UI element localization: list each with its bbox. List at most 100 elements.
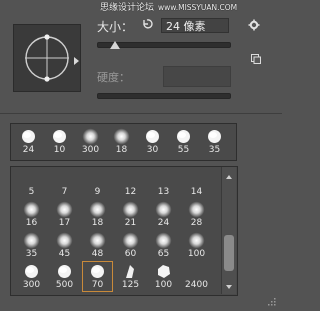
brush-tip-icon: [45, 128, 74, 145]
brush-preset-item[interactable]: 7: [50, 169, 79, 198]
brush-angle-circle-icon: [25, 34, 69, 82]
brush-tip-icon: [83, 201, 112, 218]
brush-size-label: 60: [124, 249, 137, 259]
brush-tip-icon: [116, 232, 145, 249]
brush-tip-icon: [149, 201, 178, 218]
brush-size-label: 13: [157, 187, 170, 197]
brush-tip-icon: [50, 201, 79, 218]
brush-preset-item[interactable]: 100: [182, 231, 211, 260]
scroll-down-icon[interactable]: [226, 285, 232, 289]
scrollbar[interactable]: [221, 167, 236, 294]
brush-size-label: 17: [58, 218, 71, 228]
hardness-slider[interactable]: [97, 93, 231, 99]
scroll-up-icon[interactable]: [226, 175, 232, 179]
brush-preset-item[interactable]: 24: [149, 200, 178, 229]
brush-tip-icon: [107, 128, 136, 145]
brush-tip-icon: [116, 170, 145, 187]
brush-size-label: 100: [187, 249, 206, 259]
brush-tip-icon: [83, 263, 112, 280]
hardness-input[interactable]: [163, 66, 231, 87]
recent-brushes-strip: 24 10 300 18 30 55 35: [10, 123, 237, 161]
brush-preset-item[interactable]: 16: [17, 200, 46, 229]
brush-preset-item[interactable]: 60: [116, 231, 145, 260]
reset-icon[interactable]: [141, 18, 153, 30]
brush-preset-item[interactable]: 500: [50, 262, 79, 291]
brush-size-label: 18: [91, 218, 104, 228]
brush-size-label: 28: [190, 218, 203, 228]
brush-preset-item[interactable]: 21: [116, 200, 145, 229]
scroll-thumb[interactable]: [224, 235, 234, 271]
brush-size-label: 16: [25, 218, 38, 228]
brush-preset-item[interactable]: 35: [200, 127, 229, 156]
brush-tip-icon: [138, 128, 167, 145]
brush-options-panel: 大小： 24 像素 硬度：: [0, 0, 282, 114]
size-label: 大小：: [97, 20, 134, 34]
watermark-text: 思缘设计论坛: [100, 3, 155, 13]
brush-size-label: 18: [115, 145, 128, 155]
brush-preset-item[interactable]: 125: [116, 262, 145, 291]
brush-tip-icon: [50, 170, 79, 187]
brush-preset-item[interactable]: 10: [45, 127, 74, 156]
brush-preset-item[interactable]: 12: [116, 169, 145, 198]
brush-size-label: 24: [22, 145, 35, 155]
brush-tip-icon: [169, 128, 198, 145]
brush-preset-item[interactable]: 2400: [182, 262, 211, 291]
new-brush-icon[interactable]: [251, 54, 261, 64]
brush-tip-icon: [116, 263, 145, 280]
brush-size-label: 12: [124, 187, 137, 197]
brush-preset-item[interactable]: 65: [149, 231, 178, 260]
brush-tip-icon: [182, 170, 211, 187]
brush-preset-item[interactable]: 100: [149, 262, 178, 291]
brush-preset-item[interactable]: 300: [17, 262, 46, 291]
brush-size-label: 48: [91, 249, 104, 259]
brush-preset-item[interactable]: 14: [182, 169, 211, 198]
size-slider-thumb[interactable]: [110, 41, 120, 49]
size-input[interactable]: 24 像素: [161, 18, 229, 33]
brush-tip-icon: [17, 201, 46, 218]
brush-tip-icon: [182, 263, 211, 280]
brush-preset-grid: 5 7 9 12 13 14 16 17 18 21 24 28 35 45 48 60 65 100 300 500…: [10, 166, 238, 296]
brush-size-label: 30: [146, 145, 159, 155]
brush-tip-icon: [149, 170, 178, 187]
brush-preset-item[interactable]: 35: [17, 231, 46, 260]
gear-icon[interactable]: [248, 19, 260, 31]
brush-preset-item[interactable]: 30: [138, 127, 167, 156]
brush-preset-item[interactable]: 45: [50, 231, 79, 260]
brush-size-label: 100: [154, 280, 173, 290]
brush-preset-item[interactable]: 70: [82, 261, 113, 292]
brush-tip-icon: [200, 128, 229, 145]
brush-tip-icon: [14, 128, 43, 145]
brush-size-label: 9: [94, 187, 101, 197]
brush-size-label: 7: [61, 187, 68, 197]
brush-tip-icon: [17, 263, 46, 280]
brush-size-label: 300: [81, 145, 100, 155]
brush-tip-icon: [17, 232, 46, 249]
brush-size-label: 45: [58, 249, 71, 259]
brush-preset-item[interactable]: 9: [83, 169, 112, 198]
brush-preset-item[interactable]: 28: [182, 200, 211, 229]
brush-preset-item[interactable]: 18: [83, 200, 112, 229]
brush-preset-item[interactable]: 55: [169, 127, 198, 156]
divider: [0, 113, 282, 114]
brush-angle-preview[interactable]: [13, 24, 81, 92]
brush-size-label: 300: [22, 280, 41, 290]
brush-tip-icon: [116, 201, 145, 218]
brush-size-label: 2400: [185, 280, 208, 290]
brush-tip-icon: [83, 232, 112, 249]
resize-grip-icon[interactable]: [266, 296, 276, 306]
brush-preset-item[interactable]: 18: [107, 127, 136, 156]
brush-preset-item[interactable]: 48: [83, 231, 112, 260]
brush-preset-item[interactable]: 13: [149, 169, 178, 198]
brush-preset-item[interactable]: 5: [17, 169, 46, 198]
brush-tip-icon: [182, 232, 211, 249]
watermark: 思缘设计论坛 www.MISSYUAN.COM: [100, 0, 282, 14]
brush-preset-item[interactable]: 300: [76, 127, 105, 156]
hardness-label: 硬度：: [97, 71, 130, 84]
brush-tip-icon: [149, 232, 178, 249]
brush-preset-item[interactable]: 17: [50, 200, 79, 229]
brush-size-label: 55: [177, 145, 190, 155]
menu-arrow-icon[interactable]: [74, 57, 79, 65]
brush-tip-icon: [149, 263, 178, 280]
brush-preset-item[interactable]: 24: [14, 127, 43, 156]
brush-size-label: 125: [121, 280, 140, 290]
